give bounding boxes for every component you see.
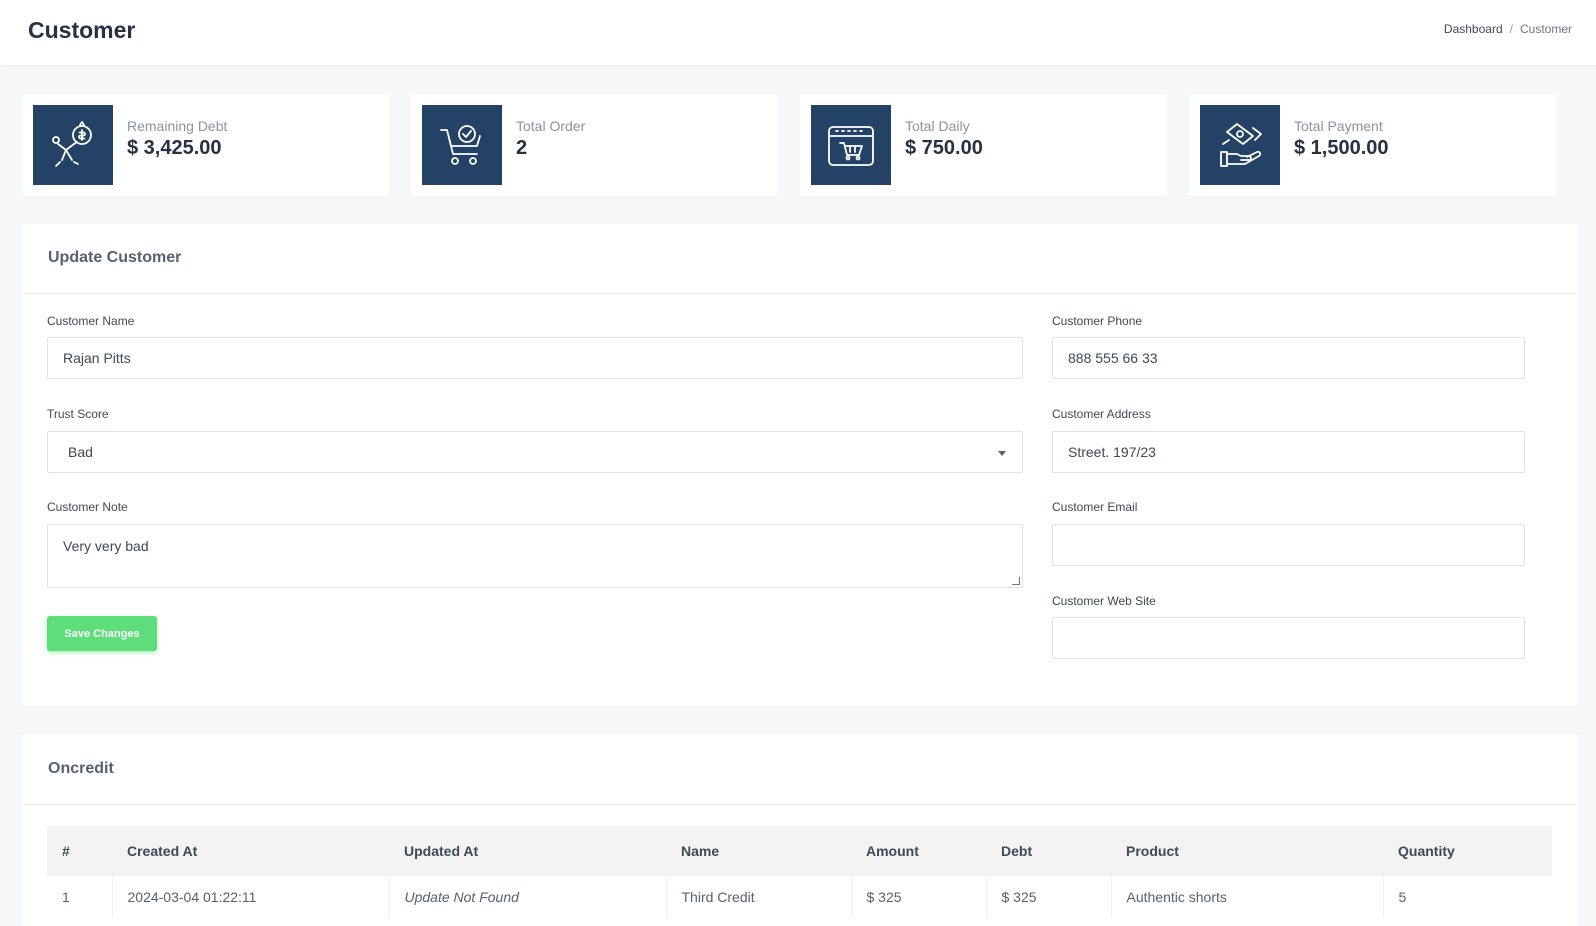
cell-index: 1 bbox=[47, 876, 113, 918]
oncredit-panel: Oncredit # Created At Updated At Name Am… bbox=[22, 735, 1578, 926]
update-customer-panel: Update Customer Customer Name Rajan Pitt… bbox=[22, 224, 1578, 706]
cell-amount: $ 325 bbox=[851, 876, 987, 918]
customer-name-input[interactable]: Rajan Pitts bbox=[47, 337, 1023, 379]
customer-email-input[interactable] bbox=[1052, 524, 1525, 566]
calendar-cart-icon bbox=[811, 105, 891, 185]
customer-phone-input[interactable]: 888 555 66 33 bbox=[1052, 337, 1525, 379]
chevron-down-icon bbox=[998, 451, 1006, 456]
customer-email-label: Customer Email bbox=[1052, 500, 1138, 514]
cart-check-icon bbox=[422, 105, 502, 185]
table-header-row: # Created At Updated At Name Amount Debt… bbox=[47, 826, 1552, 876]
customer-address-input[interactable]: Street. 197/23 bbox=[1052, 431, 1525, 473]
column-header[interactable]: Created At bbox=[112, 826, 389, 876]
oncredit-table: # Created At Updated At Name Amount Debt… bbox=[47, 826, 1552, 918]
breadcrumb-separator: / bbox=[1509, 22, 1513, 36]
stat-label: Total Daily bbox=[905, 118, 970, 134]
panel-title: Oncredit bbox=[22, 735, 1578, 805]
cell-debt: $ 325 bbox=[986, 876, 1112, 918]
stat-value: $ 750.00 bbox=[905, 137, 983, 159]
column-header[interactable]: Amount bbox=[851, 826, 986, 876]
customer-website-label: Customer Web Site bbox=[1052, 594, 1156, 608]
stat-label: Total Payment bbox=[1294, 118, 1383, 134]
trust-score-value: Bad bbox=[68, 444, 93, 460]
stat-value: $ 1,500.00 bbox=[1294, 137, 1389, 159]
table-row[interactable]: 1 2024-03-04 01:22:11 Update Not Found T… bbox=[47, 876, 1552, 918]
breadcrumb: Dashboard / Customer bbox=[1444, 22, 1572, 36]
column-header[interactable]: Product bbox=[1111, 826, 1383, 876]
cell-created-at: 2024-03-04 01:22:11 bbox=[112, 876, 390, 918]
customer-name-label: Customer Name bbox=[47, 314, 135, 328]
trust-score-select[interactable]: Bad bbox=[47, 431, 1023, 473]
column-header[interactable]: Quantity bbox=[1383, 826, 1552, 876]
stat-card-total-daily: Total Daily $ 750.00 bbox=[800, 94, 1167, 195]
customer-website-input[interactable] bbox=[1052, 617, 1525, 659]
customer-note-label: Customer Note bbox=[47, 500, 128, 514]
cell-name: Third Credit bbox=[666, 876, 852, 918]
stat-label: Total Order bbox=[516, 118, 586, 134]
breadcrumb-current: Customer bbox=[1519, 22, 1572, 36]
stat-label: Remaining Debt bbox=[127, 118, 228, 134]
column-header[interactable]: Debt bbox=[986, 826, 1111, 876]
stat-card-total-payment: Total Payment $ 1,500.00 bbox=[1189, 94, 1556, 195]
save-changes-button[interactable]: Save Changes bbox=[47, 616, 157, 651]
trust-score-label: Trust Score bbox=[47, 407, 109, 421]
stat-value: 2 bbox=[516, 137, 528, 159]
customer-address-label: Customer Address bbox=[1052, 407, 1151, 421]
stat-value: $ 3,425.00 bbox=[127, 137, 222, 159]
resize-handle-icon[interactable] bbox=[1012, 577, 1020, 585]
breadcrumb-dashboard-link[interactable]: Dashboard bbox=[1444, 22, 1503, 36]
customer-note-value: Very very bad bbox=[63, 538, 149, 554]
column-header[interactable]: # bbox=[47, 826, 112, 876]
stat-card-remaining-debt: Remaining Debt $ 3,425.00 bbox=[22, 94, 389, 195]
stat-card-total-order: Total Order 2 bbox=[411, 94, 778, 195]
page-title: Customer bbox=[28, 17, 136, 43]
cell-product: Authentic shorts bbox=[1111, 876, 1384, 918]
handshake-payment-icon bbox=[1200, 105, 1280, 185]
cell-quantity: 5 bbox=[1398, 889, 1407, 905]
cell-updated-at: Update Not Found bbox=[389, 876, 667, 918]
panel-title: Update Customer bbox=[22, 224, 1578, 294]
top-bar: Customer Dashboard / Customer bbox=[0, 0, 1596, 65]
customer-note-textarea[interactable]: Very very bad bbox=[47, 524, 1023, 588]
debt-icon bbox=[33, 105, 113, 185]
column-header[interactable]: Updated At bbox=[389, 826, 666, 876]
customer-phone-label: Customer Phone bbox=[1052, 314, 1143, 328]
column-header[interactable]: Name bbox=[666, 826, 851, 876]
